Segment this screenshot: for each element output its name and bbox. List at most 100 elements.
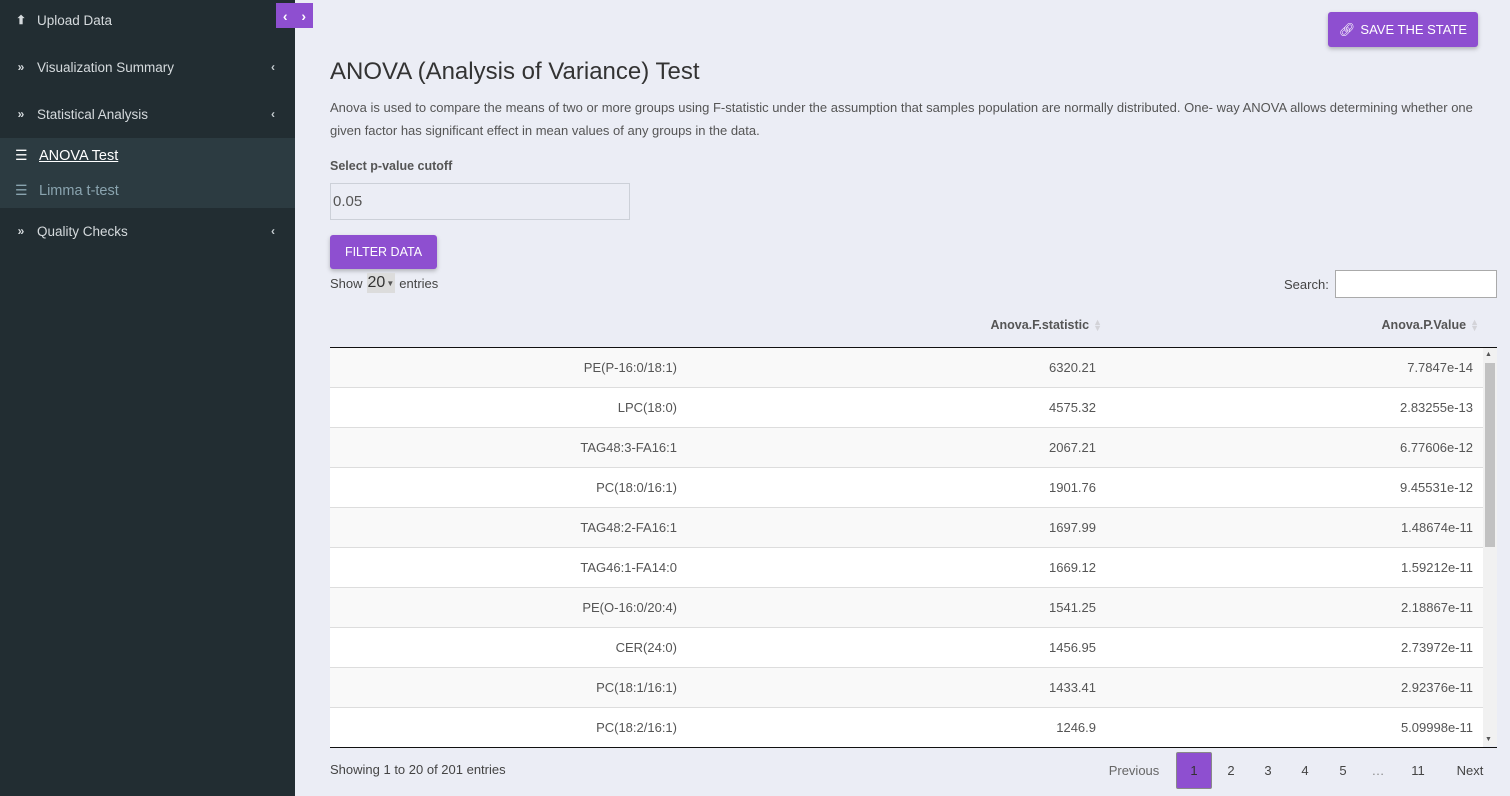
table-row[interactable]: PC(18:2/16:1) 1246.9 5.09998e-11 [330, 708, 1483, 748]
pagination-page-2[interactable]: 2 [1214, 752, 1248, 789]
column-header-label: Anova.F.statistic [990, 318, 1090, 332]
f-statistic-cell: 1901.76 [1049, 480, 1096, 495]
f-statistic-cell: 6320.21 [1049, 360, 1096, 375]
sidebar-item-anova-test[interactable]: ☰ ANOVA Test [0, 138, 295, 173]
p-value-cell: 1.48674e-11 [1400, 520, 1473, 535]
double-chevron-right-icon: » [17, 107, 25, 121]
double-chevron-right-icon: » [17, 224, 25, 238]
save-state-button[interactable]: 🔗︎ SAVE THE STATE [1328, 12, 1478, 47]
p-value-cell: 2.92376e-11 [1400, 680, 1473, 695]
page-description: Anova is used to compare the means of tw… [330, 100, 1473, 138]
save-state-label: SAVE THE STATE [1360, 22, 1468, 37]
f-statistic-cell: 1456.95 [1049, 640, 1096, 655]
sidebar-item-label: ANOVA Test [39, 147, 119, 164]
sidebar-item-label: Quality Checks [37, 223, 128, 239]
sort-icon: ▲ ▼ [1093, 317, 1102, 333]
table-bottom-border [330, 747, 1497, 748]
sidebar-item-label: Limma t-test [39, 182, 119, 199]
sidebar: ⬆ Upload Data » Visualization Summary ‹ … [0, 0, 295, 796]
f-statistic-cell: 1433.41 [1049, 680, 1096, 695]
table-row[interactable]: CER(24:0) 1456.95 2.73972e-11 [330, 628, 1483, 668]
sidebar-item-statistical-analysis[interactable]: » Statistical Analysis ‹ [0, 94, 295, 134]
f-statistic-cell: 4575.32 [1049, 400, 1096, 415]
row-name: PE(O-16:0/20:4) [582, 600, 677, 615]
table-row[interactable]: PC(18:1/16:1) 1433.41 2.92376e-11 [330, 668, 1483, 708]
table-row[interactable]: TAG48:2-FA16:1 1697.99 1.48674e-11 [330, 508, 1483, 548]
list-check-icon: ☰ [15, 182, 28, 198]
scroll-up-icon[interactable]: ▲ [1485, 351, 1492, 358]
f-statistic-cell: 1246.9 [1056, 720, 1096, 735]
chevron-left-icon: ‹ [271, 224, 275, 238]
filter-data-button[interactable]: FILTER DATA [330, 235, 437, 269]
row-name: PC(18:2/16:1) [596, 720, 677, 735]
p-value-cell: 9.45531e-12 [1399, 480, 1473, 495]
entries-label: entries [399, 275, 439, 291]
f-statistic-cell: 1669.12 [1049, 560, 1096, 575]
page-length-value: 20 [367, 274, 386, 291]
p-value-cell: 2.18867e-11 [1400, 600, 1473, 615]
caret-down-icon: ▼ [386, 278, 395, 288]
chevron-left-icon: ‹ [282, 7, 288, 24]
page-length-select[interactable]: 20 ▼ [366, 273, 396, 293]
table-row[interactable]: PE(P-16:0/18:1) 6320.21 7.7847e-14 [330, 348, 1483, 388]
pagination-page-3[interactable]: 3 [1251, 752, 1285, 789]
p-value-cell: 6.77606e-12 [1399, 440, 1473, 455]
sidebar-item-label: Upload Data [37, 12, 113, 28]
link-icon: 🔗︎ [1338, 21, 1356, 37]
scroll-down-icon[interactable]: ▼ [1485, 736, 1492, 743]
table-row[interactable]: TAG46:1-FA14:0 1669.12 1.59212e-11 [330, 548, 1483, 588]
pagination-page-5[interactable]: 5 [1326, 752, 1360, 789]
p-value-cutoff-label: Select p-value cutoff [330, 159, 453, 173]
list-check-icon: ☰ [15, 147, 28, 163]
sidebar-toggle-button[interactable]: ‹ › [276, 3, 313, 28]
column-header-f-statistic[interactable]: Anova.F.statistic ▲ ▼ [990, 317, 1102, 333]
p-value-cell: 2.83255e-13 [1399, 400, 1473, 415]
table-info: Showing 1 to 20 of 201 entries [330, 762, 506, 777]
sidebar-item-label: Statistical Analysis [37, 106, 149, 122]
p-value-cutoff-input[interactable] [330, 183, 630, 220]
table-row[interactable]: PC(18:0/16:1) 1901.76 9.45531e-12 [330, 468, 1483, 508]
chevron-left-icon: ‹ [271, 60, 275, 74]
table-row[interactable]: PE(O-16:0/20:4) 1541.25 2.18867e-11 [330, 588, 1483, 628]
column-header-p-value[interactable]: Anova.P.Value ▲ ▼ [1382, 317, 1479, 333]
sidebar-item-upload-data[interactable]: ⬆ Upload Data [0, 0, 295, 40]
page-length-control: Show 20 ▼ entries [330, 273, 438, 293]
sidebar-item-visualization-summary[interactable]: » Visualization Summary ‹ [0, 47, 295, 87]
pagination-page-4[interactable]: 4 [1288, 752, 1322, 789]
table-row[interactable]: TAG48:3-FA16:1 2067.21 6.77606e-12 [330, 428, 1483, 468]
f-statistic-cell: 2067.21 [1049, 440, 1096, 455]
p-value-cell: 1.59212e-11 [1400, 560, 1473, 575]
table-row[interactable]: LPC(18:0) 4575.32 2.83255e-13 [330, 388, 1483, 428]
search-input[interactable] [1335, 270, 1497, 298]
row-name: PC(18:0/16:1) [596, 480, 677, 495]
statistical-analysis-submenu: ☰ ANOVA Test ☰ Limma t-test [0, 138, 295, 208]
f-statistic-cell: 1697.99 [1049, 520, 1096, 535]
pagination-previous[interactable]: Previous [1100, 752, 1168, 789]
row-name: TAG48:3-FA16:1 [580, 440, 677, 455]
row-name: PC(18:1/16:1) [596, 680, 677, 695]
p-value-cell: 5.09998e-11 [1400, 720, 1473, 735]
row-name: CER(24:0) [615, 640, 677, 655]
chevron-right-icon: › [301, 7, 307, 24]
pagination-page-11[interactable]: 11 [1398, 752, 1438, 789]
sort-icon: ▲ ▼ [1470, 317, 1479, 333]
page-title: ANOVA (Analysis of Variance) Test [330, 58, 700, 85]
pagination-page-1[interactable]: 1 [1176, 752, 1212, 789]
pagination-next[interactable]: Next [1446, 752, 1494, 789]
show-label: Show [330, 275, 363, 291]
table-scrollbar[interactable]: ▲ ▼ [1483, 348, 1497, 746]
double-chevron-right-icon: » [17, 60, 25, 74]
upload-icon: ⬆ [15, 13, 27, 27]
table-header: Anova.F.statistic ▲ ▼ Anova.P.Value ▲ ▼ [330, 305, 1497, 348]
scrollbar-thumb[interactable] [1485, 363, 1495, 547]
p-value-cell: 7.7847e-14 [1407, 360, 1473, 375]
pagination-ellipsis: … [1371, 763, 1385, 778]
f-statistic-cell: 1541.25 [1049, 600, 1096, 615]
row-name: PE(P-16:0/18:1) [583, 360, 677, 375]
sidebar-item-limma-t-test[interactable]: ☰ Limma t-test [0, 173, 295, 208]
row-name: TAG48:2-FA16:1 [580, 520, 677, 535]
sidebar-item-label: Visualization Summary [37, 59, 175, 75]
p-value-cell: 2.73972e-11 [1400, 640, 1473, 655]
row-name: LPC(18:0) [617, 400, 677, 415]
sidebar-item-quality-checks[interactable]: » Quality Checks ‹ [0, 211, 295, 251]
